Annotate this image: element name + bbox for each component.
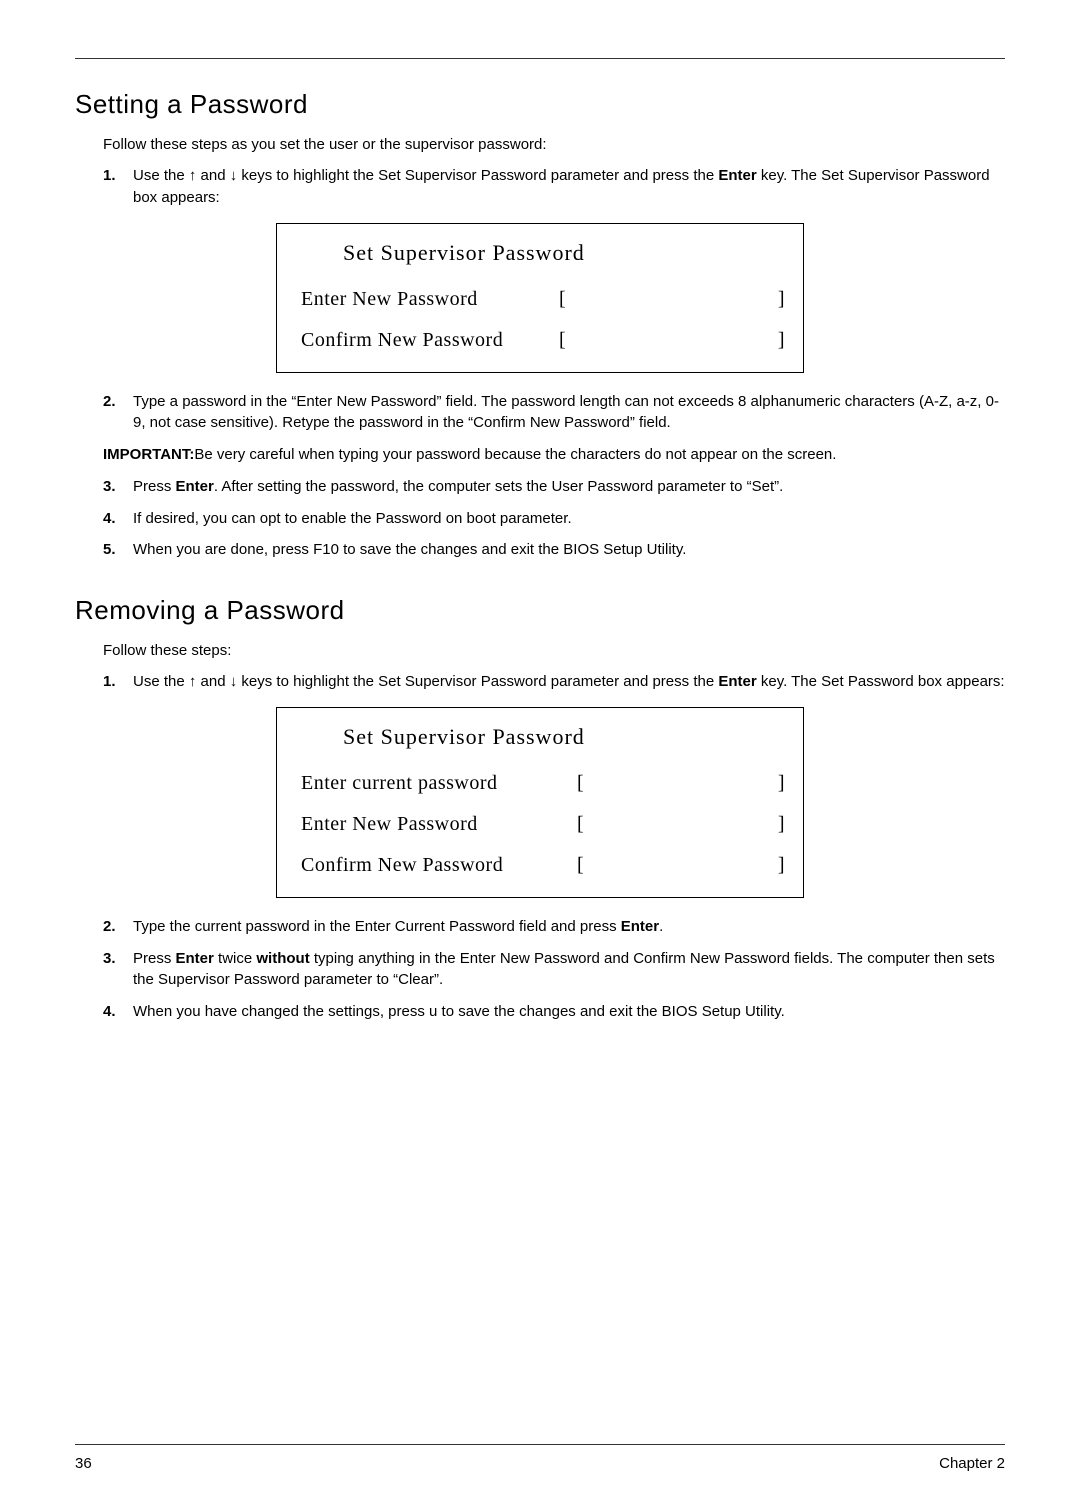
bracket-right: ] <box>773 329 785 352</box>
step-set-1: 1. Use the ↑ and ↓ keys to highlight the… <box>103 165 1005 209</box>
top-rule <box>75 58 1005 59</box>
page-number: 36 <box>75 1455 92 1472</box>
bracket-right: ] <box>773 288 785 311</box>
steps-set: 1. Use the ↑ and ↓ keys to highlight the… <box>103 165 1005 209</box>
step-set-3: 3. Press Enter. After setting the passwo… <box>103 476 1005 498</box>
steps-remove: 1. Use the ↑ and ↓ keys to highlight the… <box>103 671 1005 693</box>
steps-set-cont2: 3. Press Enter. After setting the passwo… <box>103 476 1005 561</box>
footer-row: 36 Chapter 2 <box>75 1455 1005 1472</box>
text: Type the current password in the Enter C… <box>133 918 621 935</box>
text: Press <box>133 478 176 495</box>
dialog-label: Enter New Password <box>301 288 559 311</box>
step-content: Type the current password in the Enter C… <box>133 916 1005 938</box>
footer-rule <box>75 1444 1005 1445</box>
important-label: IMPORTANT: <box>103 446 194 463</box>
step-content: When you are done, press F10 to save the… <box>133 539 1005 561</box>
enter-key: Enter <box>176 478 214 495</box>
bracket-left: [ <box>577 772 593 795</box>
footer: 36 Chapter 2 <box>75 1444 1005 1472</box>
important-note: IMPORTANT:Be very careful when typing yo… <box>103 444 1005 466</box>
dialog-row-current: Enter current password [ ] <box>301 772 785 795</box>
step-content: Type a password in the “Enter New Passwo… <box>133 391 1005 435</box>
steps-set-cont: 2. Type a password in the “Enter New Pas… <box>103 391 1005 435</box>
intro-set: Follow these steps as you set the user o… <box>103 134 1005 155</box>
step-remove-3: 3. Press Enter twice without typing anyt… <box>103 948 1005 992</box>
step-number: 1. <box>103 165 133 209</box>
chapter-label: Chapter 2 <box>939 1455 1005 1472</box>
enter-key: Enter <box>718 673 756 690</box>
dialog-title: Set Supervisor Password <box>343 240 785 266</box>
step-number: 2. <box>103 391 133 435</box>
text: and <box>196 167 229 184</box>
heading-setting-password: Setting a Password <box>75 89 1005 120</box>
step-content: If desired, you can opt to enable the Pa… <box>133 508 1005 530</box>
steps-remove-cont: 2. Type the current password in the Ente… <box>103 916 1005 1023</box>
text: keys to highlight the Set Supervisor Pas… <box>237 673 718 690</box>
step-remove-2: 2. Type the current password in the Ente… <box>103 916 1005 938</box>
bracket-right: ] <box>773 854 785 877</box>
text: twice <box>214 950 257 967</box>
text: Use the <box>133 167 189 184</box>
step-number: 1. <box>103 671 133 693</box>
step-set-2: 2. Type a password in the “Enter New Pas… <box>103 391 1005 435</box>
text: Use the <box>133 673 189 690</box>
step-content: Use the ↑ and ↓ keys to highlight the Se… <box>133 165 1005 209</box>
important-text: Be very careful when typing your passwor… <box>194 446 836 463</box>
text: . <box>659 918 663 935</box>
bracket-left: [ <box>559 329 575 352</box>
dialog-label: Enter current password <box>301 772 577 795</box>
step-content: Use the ↑ and ↓ keys to highlight the Se… <box>133 671 1005 693</box>
dialog-remove-supervisor-password: Set Supervisor Password Enter current pa… <box>276 707 804 898</box>
step-set-4: 4. If desired, you can opt to enable the… <box>103 508 1005 530</box>
dialog-row-confirm-new: Confirm New Password [ ] <box>301 854 785 877</box>
bracket-left: [ <box>559 288 575 311</box>
text: key. The Set Password box appears: <box>757 673 1005 690</box>
dialog-title: Set Supervisor Password <box>343 724 785 750</box>
dialog-label: Confirm New Password <box>301 854 577 877</box>
step-number: 4. <box>103 508 133 530</box>
step-set-5: 5. When you are done, press F10 to save … <box>103 539 1005 561</box>
text: . After setting the password, the comput… <box>214 478 783 495</box>
bracket-left: [ <box>577 854 593 877</box>
enter-key: Enter <box>718 167 756 184</box>
step-content: Press Enter twice without typing anythin… <box>133 948 1005 992</box>
dialog-label: Confirm New Password <box>301 329 559 352</box>
dialog-set-supervisor-password: Set Supervisor Password Enter New Passwo… <box>276 223 804 373</box>
enter-key: Enter <box>621 918 659 935</box>
bracket-right: ] <box>773 813 785 836</box>
dialog-row-enter-new: Enter New Password [ ] <box>301 288 785 311</box>
without-bold: without <box>256 950 309 967</box>
text: Press <box>133 950 176 967</box>
enter-key: Enter <box>176 950 214 967</box>
step-number: 4. <box>103 1001 133 1023</box>
bracket-right: ] <box>773 772 785 795</box>
bracket-left: [ <box>577 813 593 836</box>
dialog-row-enter-new: Enter New Password [ ] <box>301 813 785 836</box>
step-number: 3. <box>103 476 133 498</box>
dialog-row-confirm-new: Confirm New Password [ ] <box>301 329 785 352</box>
step-content: Press Enter. After setting the password,… <box>133 476 1005 498</box>
step-number: 5. <box>103 539 133 561</box>
step-content: When you have changed the settings, pres… <box>133 1001 1005 1023</box>
intro-remove: Follow these steps: <box>103 640 1005 661</box>
step-number: 2. <box>103 916 133 938</box>
step-number: 3. <box>103 948 133 992</box>
text: keys to highlight the Set Supervisor Pas… <box>237 167 718 184</box>
step-remove-4: 4. When you have changed the settings, p… <box>103 1001 1005 1023</box>
step-remove-1: 1. Use the ↑ and ↓ keys to highlight the… <box>103 671 1005 693</box>
text: and <box>196 673 229 690</box>
dialog-label: Enter New Password <box>301 813 577 836</box>
heading-removing-password: Removing a Password <box>75 595 1005 626</box>
